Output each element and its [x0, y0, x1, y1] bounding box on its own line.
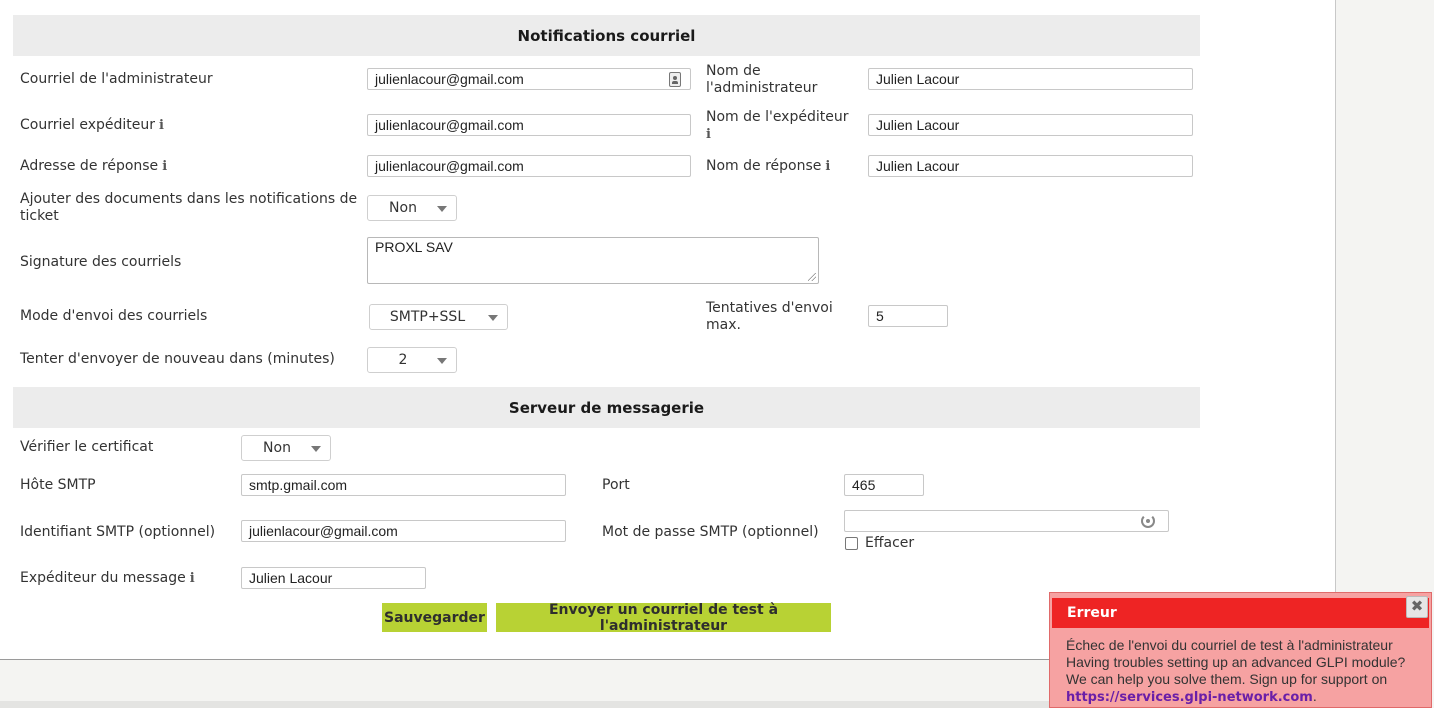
- retry-select[interactable]: 2: [367, 347, 457, 373]
- verify-cert-select[interactable]: Non: [241, 435, 331, 461]
- support-link[interactable]: https://services.glpi-network.com: [1066, 690, 1313, 705]
- smtp-host-label: Hôte SMTP: [20, 477, 96, 493]
- port-input[interactable]: 465: [844, 474, 924, 496]
- max-attempts-label: Tentatives d'envoi max.: [706, 300, 833, 333]
- attach-docs-label: Ajouter des documents dans les notificat…: [20, 191, 358, 224]
- retry-value: 2: [398, 352, 408, 368]
- save-button[interactable]: Sauvegarder: [382, 603, 487, 632]
- chevron-down-icon: [311, 446, 321, 452]
- max-attempts-input[interactable]: 5: [868, 305, 948, 327]
- message-sender-label-text: Expéditeur du message: [20, 570, 186, 586]
- send-mode-value: SMTP+SSL: [389, 309, 466, 325]
- info-icon[interactable]: i: [190, 571, 195, 586]
- admin-email-label: Courriel de l'administrateur: [20, 71, 213, 87]
- sender-email-label-text: Courriel expéditeur: [20, 117, 155, 133]
- message-sender-input[interactable]: Julien Lacour: [241, 567, 426, 589]
- verify-cert-label: Vérifier le certificat: [20, 439, 154, 455]
- sender-email-label: Courriel expéditeur i: [20, 117, 164, 134]
- toast-line-1: Échec de l'envoi du courriel de test à l…: [1066, 637, 1393, 653]
- section-header-mail-server: Serveur de messagerie: [13, 387, 1200, 428]
- info-icon[interactable]: i: [825, 159, 830, 174]
- chevron-down-icon: [437, 206, 447, 212]
- smtp-login-input[interactable]: julienlacour@gmail.com: [241, 520, 566, 542]
- sender-name-label: Nom de l'expéditeur i: [706, 109, 856, 143]
- sender-email-input[interactable]: julienlacour@gmail.com: [367, 114, 691, 136]
- sender-name-input[interactable]: Julien Lacour: [868, 114, 1193, 136]
- reply-address-input[interactable]: julienlacour@gmail.com: [367, 155, 691, 177]
- smtp-password-label: Mot de passe SMTP (optionnel): [602, 524, 819, 540]
- port-label: Port: [602, 477, 630, 493]
- reply-name-label-text: Nom de réponse: [706, 158, 822, 174]
- reveal-password-icon[interactable]: [1141, 514, 1155, 528]
- signature-textarea[interactable]: PROXL SAV: [367, 237, 819, 284]
- message-sender-label: Expéditeur du message i: [20, 570, 195, 587]
- resize-handle-icon[interactable]: [808, 273, 816, 281]
- reply-name-label: Nom de réponse i: [706, 158, 830, 175]
- admin-email-input[interactable]: julienlacour@gmail.com: [367, 68, 691, 90]
- clear-password-checkbox[interactable]: [845, 537, 858, 550]
- toast-line-3: We can help you solve them. Sign up for …: [1066, 671, 1388, 687]
- signature-label: Signature des courriels: [20, 254, 182, 270]
- admin-name-label: Nom de l'administrateur: [706, 63, 818, 96]
- info-icon[interactable]: i: [162, 159, 167, 174]
- toast-title: Erreur: [1052, 598, 1429, 628]
- info-icon[interactable]: i: [159, 118, 164, 133]
- smtp-password-input[interactable]: [844, 510, 1169, 532]
- reply-name-input[interactable]: Julien Lacour: [868, 155, 1193, 177]
- smtp-login-label: Identifiant SMTP (optionnel): [20, 524, 216, 540]
- close-icon[interactable]: ✖: [1406, 596, 1428, 618]
- signature-value: PROXL SAV: [375, 239, 453, 255]
- main-panel: [0, 0, 1336, 660]
- contact-icon[interactable]: [669, 72, 681, 87]
- smtp-host-input[interactable]: smtp.gmail.com: [241, 474, 566, 496]
- toast-link-suffix: .: [1312, 688, 1317, 704]
- admin-name-input[interactable]: Julien Lacour: [868, 68, 1193, 90]
- toast-line-2: Having troubles setting up an advanced G…: [1066, 654, 1406, 670]
- info-icon[interactable]: i: [706, 127, 711, 142]
- retry-label: Tenter d'envoyer de nouveau dans (minute…: [20, 351, 335, 367]
- send-mode-select[interactable]: SMTP+SSL: [369, 304, 508, 330]
- attach-docs-select[interactable]: Non: [367, 195, 457, 221]
- admin-email-value: julienlacour@gmail.com: [375, 71, 524, 87]
- chevron-down-icon: [437, 358, 447, 364]
- clear-password-label[interactable]: Effacer: [865, 535, 914, 552]
- reply-address-label-text: Adresse de réponse: [20, 158, 159, 174]
- verify-cert-value: Non: [263, 440, 291, 456]
- reply-address-label: Adresse de réponse i: [20, 158, 167, 175]
- send-test-email-button[interactable]: Envoyer un courriel de test à l'administ…: [496, 602, 831, 634]
- error-toast: Erreur ✖ Échec de l'envoi du courriel de…: [1049, 592, 1432, 708]
- section-header-notifications: Notifications courriel: [13, 15, 1200, 56]
- attach-docs-value: Non: [389, 200, 417, 216]
- send-mode-label: Mode d'envoi des courriels: [20, 308, 208, 324]
- sender-name-label-text: Nom de l'expéditeur: [706, 109, 849, 125]
- chevron-down-icon: [488, 315, 498, 321]
- toast-message: Échec de l'envoi du courriel de test à l…: [1066, 637, 1426, 706]
